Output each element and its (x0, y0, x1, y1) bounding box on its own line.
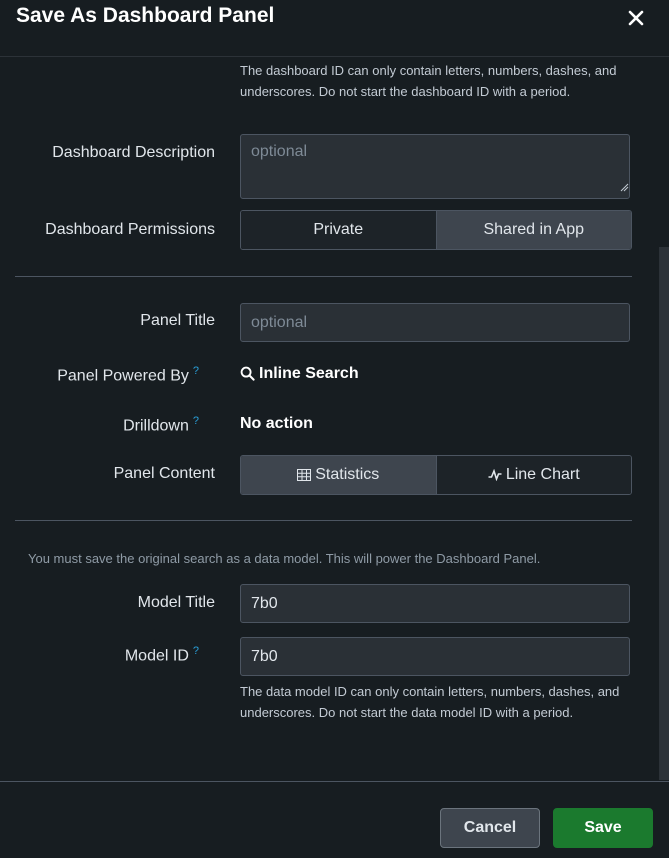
section-divider (15, 276, 632, 277)
model-title-input[interactable] (240, 584, 630, 623)
close-icon[interactable] (624, 6, 648, 30)
help-icon[interactable]: ? (193, 645, 199, 657)
dialog-title: Save As Dashboard Panel (16, 4, 275, 27)
dashboard-permissions-label: Dashboard Permissions (45, 221, 215, 238)
dashboard-permissions-toggle: Private Shared in App (240, 210, 632, 250)
cancel-button[interactable]: Cancel (440, 808, 540, 848)
panel-powered-by-label: Panel Powered By? (57, 365, 199, 385)
dashboard-id-help: The dashboard ID can only contain letter… (240, 63, 617, 99)
permission-shared-option[interactable]: Shared in App (435, 211, 631, 249)
model-id-help: The data model ID can only contain lette… (240, 684, 620, 720)
model-id-input[interactable] (240, 637, 630, 676)
dashboard-description-label: Dashboard Description (52, 144, 215, 161)
dialog-header: Save As Dashboard Panel (0, 0, 669, 57)
drilldown-value[interactable]: No action (240, 415, 313, 433)
section-divider (15, 520, 632, 521)
dashboard-description-field[interactable] (240, 134, 630, 199)
data-model-note: You must save the original search as a d… (28, 551, 541, 566)
model-id-label: Model ID? (124, 645, 199, 665)
scrollbar[interactable] (659, 247, 669, 780)
dialog-body[interactable]: The dashboard ID can only contain letter… (0, 57, 669, 780)
dialog-footer: Cancel Save (0, 781, 669, 858)
panel-content-toggle: Statistics Line Chart (240, 455, 632, 495)
table-icon (297, 469, 312, 481)
save-button[interactable]: Save (553, 808, 653, 848)
help-icon[interactable]: ? (193, 415, 199, 427)
panel-content-label: Panel Content (113, 465, 215, 482)
panel-powered-by-value[interactable]: Inline Search (240, 365, 359, 383)
model-title-label: Model Title (137, 594, 215, 611)
content-line-chart-option[interactable]: Line Chart (435, 456, 631, 494)
permission-private-option[interactable]: Private (241, 211, 436, 249)
line-chart-icon (488, 469, 502, 481)
content-statistics-option[interactable]: Statistics (241, 456, 436, 494)
search-icon (240, 366, 255, 381)
panel-title-input[interactable] (240, 303, 630, 342)
panel-title-label: Panel Title (140, 312, 215, 329)
drilldown-label: Drilldown? (123, 415, 199, 435)
help-icon[interactable]: ? (193, 365, 199, 377)
